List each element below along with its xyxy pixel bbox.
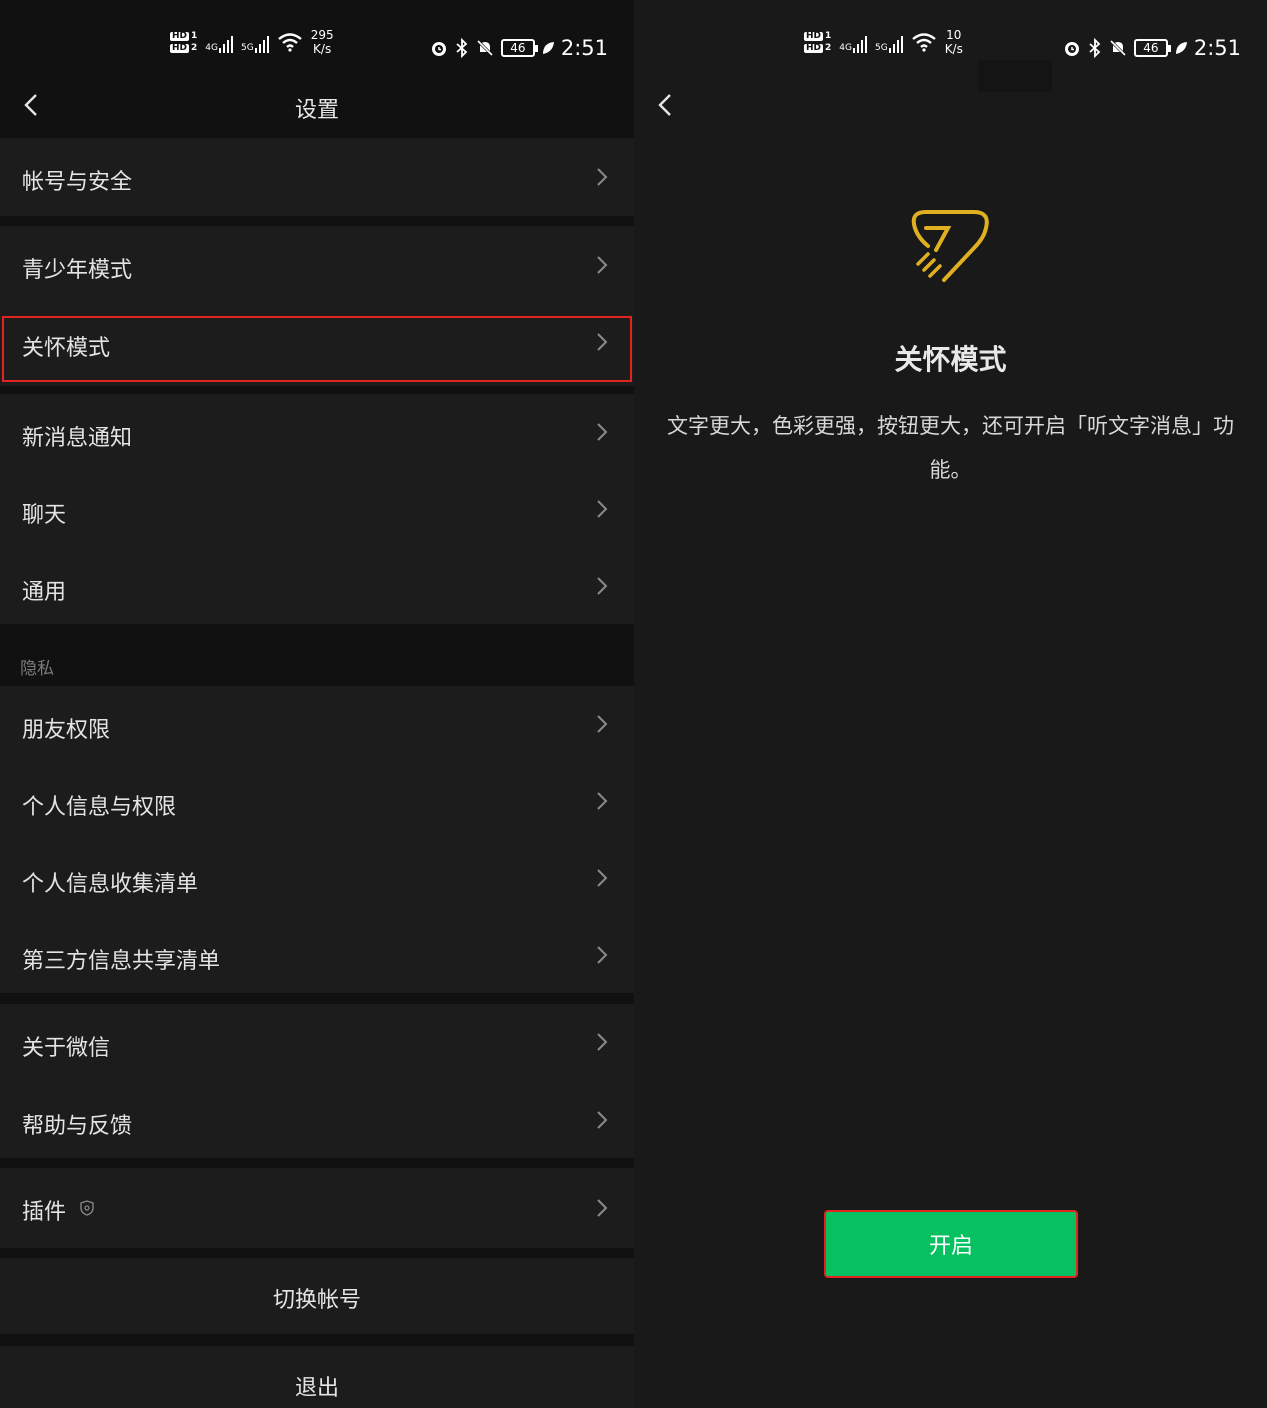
care-mode-highlight-box [2, 316, 632, 382]
network-speed: 10 K/s [945, 28, 963, 56]
leaf-icon [1175, 42, 1187, 54]
settings-item-chat[interactable]: 聊天 [0, 471, 634, 548]
switch-account-button[interactable]: 切换帐号 [0, 1258, 634, 1334]
settings-item-label: 插件 [22, 1200, 67, 1225]
navigation-bar [634, 72, 1267, 138]
sim-slot-2: 2 [191, 42, 198, 53]
settings-item-label: 朋友权限 [22, 718, 111, 743]
status-bar: HD 1 HD 2 4G 5G 10 K/s 46 2:51 [634, 28, 1267, 92]
chevron-right-icon [597, 1033, 608, 1051]
chevron-right-icon [597, 792, 608, 810]
mute-bell-icon [476, 39, 493, 57]
hd-badge: HD [804, 30, 824, 41]
care-mode-title: 关怀模式 [894, 343, 1007, 376]
settings-item-plugins[interactable]: 插件 [0, 1168, 634, 1248]
battery-icon: 46 [500, 39, 538, 57]
chevron-right-icon [597, 946, 608, 964]
wifi-icon [911, 33, 936, 52]
settings-item-notifications[interactable]: 新消息通知 [0, 394, 634, 471]
settings-item-third-party-sharing-list[interactable]: 第三方信息共享清单 [0, 917, 634, 993]
settings-item-general[interactable]: 通用 [0, 548, 634, 624]
mute-bell-icon [1109, 39, 1126, 57]
signal-icon: 4G [839, 31, 867, 53]
hd-indicators: HD 1 HD 2 [804, 30, 832, 53]
signal-icon: 4G [205, 31, 233, 53]
care-mode-screen: HD 1 HD 2 4G 5G 10 K/s 46 2:51 关怀模式 文字更大… [634, 0, 1267, 1408]
settings-item-label: 个人信息收集清单 [22, 872, 199, 897]
heart-hand-icon [911, 210, 989, 282]
settings-item-about-wechat[interactable]: 关于微信 [0, 1004, 634, 1082]
settings-item-label: 帮助与反馈 [22, 1114, 133, 1139]
enable-care-mode-button[interactable]: 开启 [824, 1210, 1078, 1278]
page-title: 设置 [294, 98, 339, 123]
settings-item-label: 个人信息与权限 [22, 795, 177, 820]
status-bar: HD 1 HD 2 4G 5G 295 K/s 46 2:51 [0, 28, 634, 68]
hd-badge: HD [170, 30, 190, 41]
back-arrow-icon[interactable] [654, 92, 678, 118]
network-type-2: 5G [874, 43, 888, 53]
care-mode-description: 文字更大，色彩更强，按钮更大，还可开启「听文字消息」功能。 [667, 414, 1234, 482]
chevron-right-icon [597, 423, 608, 441]
alarm-icon [1064, 42, 1079, 56]
battery-level: 46 [1143, 41, 1159, 55]
sim-slot-1: 1 [825, 30, 832, 41]
plugin-shield-icon [80, 1200, 94, 1216]
chevron-right-icon [597, 869, 608, 887]
network-speed: 295 K/s [311, 28, 334, 56]
settings-item-info-collection-list[interactable]: 个人信息收集清单 [0, 840, 634, 917]
battery-level: 46 [510, 41, 526, 55]
settings-item-label: 通用 [22, 580, 67, 605]
settings-item-friend-permissions[interactable]: 朋友权限 [0, 686, 634, 763]
settings-item-label: 第三方信息共享清单 [22, 949, 221, 974]
leaf-icon [542, 42, 554, 54]
sim-slot-2: 2 [825, 42, 832, 53]
logout-label: 退出 [294, 1376, 339, 1401]
chevron-right-icon [597, 168, 608, 186]
speed-value: 295 [310, 28, 334, 42]
network-type-2: 5G [240, 43, 254, 53]
bluetooth-icon [456, 38, 468, 58]
settings-screen: HD 1 HD 2 4G 5G 295 K/s 46 2:51 设置 帐号与安全… [0, 0, 634, 1408]
settings-item-label: 聊天 [22, 503, 67, 528]
speed-value: 10 [946, 28, 962, 42]
settings-item-label: 关于微信 [22, 1036, 111, 1061]
navigation-bar: 设置 [0, 72, 634, 138]
chevron-right-icon [597, 1199, 608, 1217]
privacy-section-title: 隐私 [20, 659, 54, 679]
bluetooth-icon [1089, 38, 1101, 58]
wifi-icon [277, 33, 302, 52]
settings-item-label: 新消息通知 [22, 426, 133, 451]
battery-icon: 46 [1133, 39, 1171, 57]
hd-badge: HD [170, 42, 190, 53]
settings-item-label: 青少年模式 [22, 258, 133, 283]
enable-button-label: 开启 [928, 1234, 973, 1259]
network-type-1: 4G [205, 43, 218, 53]
chevron-right-icon [597, 1111, 608, 1129]
settings-item-label: 帐号与安全 [22, 170, 133, 195]
logout-button[interactable]: 退出 [0, 1346, 634, 1408]
settings-item-help-feedback[interactable]: 帮助与反馈 [0, 1082, 634, 1158]
speed-unit: K/s [313, 42, 332, 56]
network-type-1: 4G [839, 43, 852, 53]
hd-indicators: HD 1 HD 2 [170, 30, 198, 53]
signal-icon: 5G [875, 31, 903, 53]
sim-slot-1: 1 [191, 30, 198, 41]
chevron-right-icon [597, 577, 608, 595]
chevron-right-icon [597, 256, 608, 274]
hd-badge: HD [804, 42, 824, 53]
chevron-right-icon [597, 500, 608, 518]
settings-item-account-security[interactable]: 帐号与安全 [0, 138, 634, 216]
settings-item-personal-info-permissions[interactable]: 个人信息与权限 [0, 763, 634, 840]
clock: 2:51 [1193, 36, 1241, 60]
switch-account-label: 切换帐号 [272, 1288, 361, 1313]
speed-unit: K/s [944, 42, 963, 56]
signal-icon: 5G [241, 31, 269, 53]
settings-item-youth-mode[interactable]: 青少年模式 [0, 226, 634, 306]
alarm-icon [431, 42, 446, 56]
clock: 2:51 [560, 36, 608, 60]
chevron-right-icon [597, 715, 608, 733]
